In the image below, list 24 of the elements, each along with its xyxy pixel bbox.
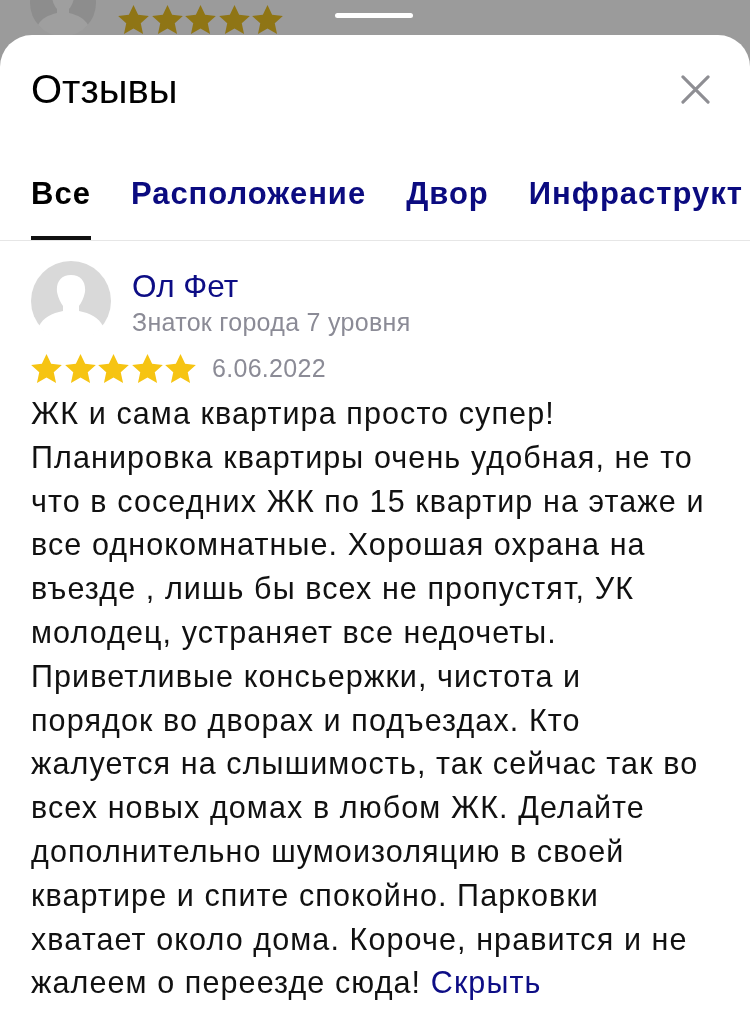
star-icon: [131, 353, 163, 383]
close-button[interactable]: [679, 72, 712, 106]
reviewer-level: Знаток города 7 уровня: [132, 308, 411, 336]
tab[interactable]: Все: [31, 176, 91, 240]
sheet-title: Отзывы: [31, 66, 178, 112]
star-icon: [252, 5, 283, 34]
star-icon: [165, 353, 196, 383]
tab[interactable]: Двор: [406, 176, 489, 240]
hide-link[interactable]: Скрыть: [430, 965, 542, 1000]
review-text: ЖК и сама квартира просто супер! Планировка квартиры очень удобная, не то что в соседних ЖК по 15 квартир на этаже и все однокомнатные. Хорошая охрана на въезде , лишь бы всех не пропустят, УК молодец, устраняет все недочеты. Приветливые консьержки, чистота и порядок во дворах и подъездах. Кто жалуется на слышимость, так сейчас так во всех новых домах в любом ЖК. Делайте дополнительно шумоизоляцию в своей квартире и спите спокойно. Парковки хватает около дома. Короче, нравится и не жалеем о переезде сюда! Скрыть: [31, 395, 706, 1002]
avatar-icon: [31, 261, 111, 341]
star-icon: [218, 5, 250, 34]
drag-handle[interactable]: [335, 13, 413, 18]
star-icon: [64, 353, 96, 383]
tab[interactable]: Расположение: [130, 176, 367, 240]
reviewer-name[interactable]: Ол Фет: [132, 268, 411, 304]
star-icon: [98, 353, 129, 383]
close-icon: [681, 74, 710, 104]
tab[interactable]: Инфраструкт: [528, 176, 743, 240]
star-icon: [151, 5, 183, 34]
star-icon: [185, 5, 216, 34]
star-icon: [118, 5, 149, 34]
star-icon: [31, 353, 62, 383]
review-date: 6.06.2022: [212, 353, 326, 383]
